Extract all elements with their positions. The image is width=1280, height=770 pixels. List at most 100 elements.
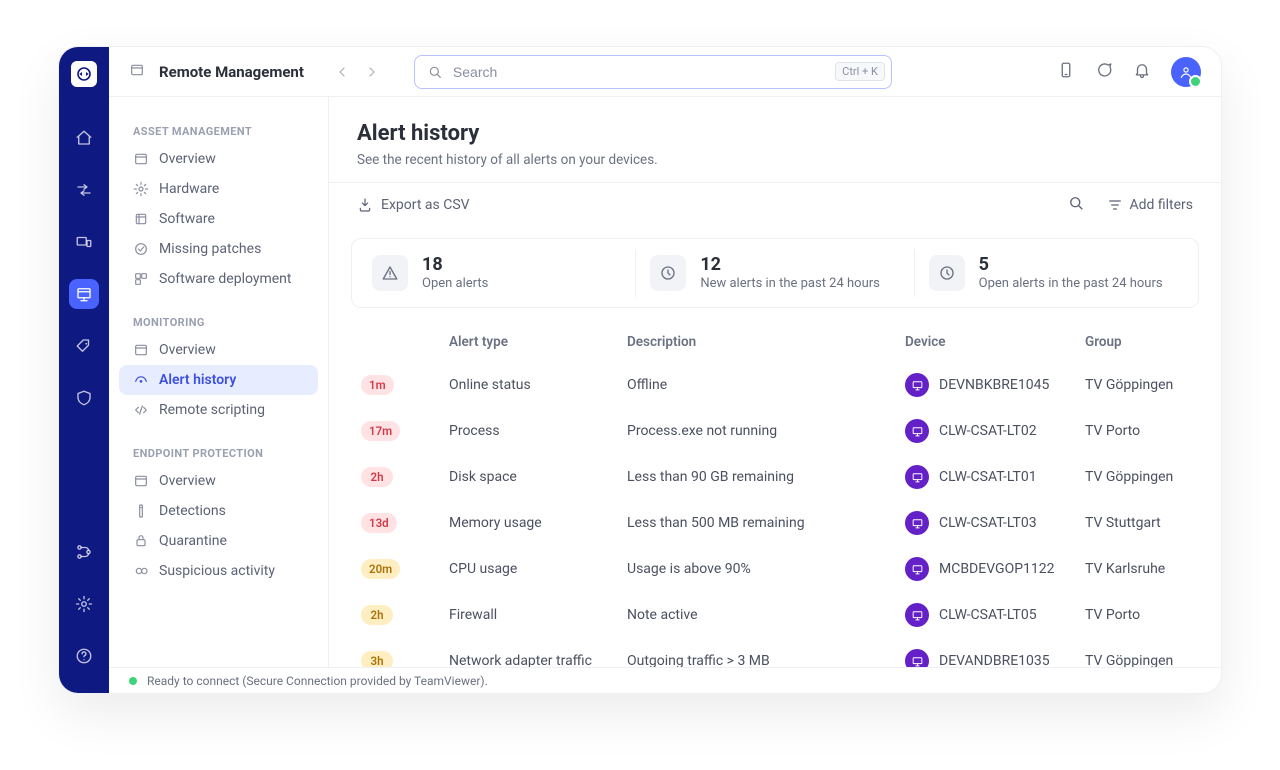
sidebar-item-label: Quarantine xyxy=(159,533,227,549)
cell-type: Disk space xyxy=(449,469,617,485)
rail-devices[interactable] xyxy=(69,227,99,257)
col-device: Device xyxy=(905,334,1075,350)
cell-type: Network adapter traffic xyxy=(449,653,617,667)
age-badge: 20m xyxy=(361,559,400,579)
device-icon xyxy=(905,557,929,581)
sidebar-item-overview[interactable]: Overview xyxy=(119,144,318,174)
table-row[interactable]: 17mProcessProcess.exe not runningCLW-CSA… xyxy=(351,408,1199,454)
nav-forward[interactable] xyxy=(358,58,386,86)
device-icon xyxy=(905,511,929,535)
sidebar-item-detections[interactable]: Detections xyxy=(119,496,318,526)
device-icon[interactable] xyxy=(1057,61,1075,83)
status-text: Ready to connect (Secure Connection prov… xyxy=(147,674,488,688)
section-title: MONITORING xyxy=(119,308,318,335)
sidebar-item-software-deployment[interactable]: Software deployment xyxy=(119,264,318,294)
add-filters-button[interactable]: Add filters xyxy=(1107,197,1193,213)
nav-back[interactable] xyxy=(328,58,356,86)
section-title: ENDPOINT PROTECTION xyxy=(119,439,318,466)
sidebar-item-label: Detections xyxy=(159,503,226,519)
cell-device: CLW-CSAT-LT02 xyxy=(905,419,1075,443)
alerts-table: Alert type Description Device Group 1mOn… xyxy=(329,322,1221,667)
stat-label: Open alerts in the past 24 hours xyxy=(979,276,1163,291)
sidebar: ASSET MANAGEMENTOverviewHardwareSoftware… xyxy=(109,97,329,667)
sidebar-item-icon xyxy=(133,503,149,519)
sidebar-item-icon xyxy=(133,181,149,197)
stat-value: 5 xyxy=(979,256,1163,274)
stat-value: 18 xyxy=(422,256,488,274)
status-dot-icon xyxy=(129,677,137,685)
sidebar-item-remote-scripting[interactable]: Remote scripting xyxy=(119,395,318,425)
sidebar-item-overview[interactable]: Overview xyxy=(119,466,318,496)
export-label: Export as CSV xyxy=(381,197,470,213)
sidebar-item-hardware[interactable]: Hardware xyxy=(119,174,318,204)
cell-desc: Note active xyxy=(627,607,895,623)
sidebar-item-label: Suspicious activity xyxy=(159,563,275,579)
sidebar-item-missing-patches[interactable]: Missing patches xyxy=(119,234,318,264)
cell-group: TV Porto xyxy=(1085,607,1189,623)
sidebar-item-label: Overview xyxy=(159,473,216,489)
rail-shield[interactable] xyxy=(69,383,99,413)
stat-card: 5 Open alerts in the past 24 hours xyxy=(915,249,1192,297)
sidebar-item-label: Hardware xyxy=(159,181,219,197)
age-badge: 13d xyxy=(361,513,397,533)
main-column: Remote Management Ctrl + K ASSET MANAGEM… xyxy=(109,47,1221,693)
sidebar-item-overview[interactable]: Overview xyxy=(119,335,318,365)
stat-icon xyxy=(929,255,965,291)
cell-group: TV Göppingen xyxy=(1085,377,1189,393)
sidebar-item-alert-history[interactable]: Alert history xyxy=(119,365,318,395)
stat-icon xyxy=(372,255,408,291)
table-row[interactable]: 2hDisk spaceLess than 90 GB remainingCLW… xyxy=(351,454,1199,500)
cell-type: Firewall xyxy=(449,607,617,623)
sidebar-item-icon xyxy=(133,151,149,167)
cell-device: DEVANDBRE1035 xyxy=(905,649,1075,667)
cell-desc: Less than 500 MB remaining xyxy=(627,515,895,531)
page-title: Alert history xyxy=(357,121,1193,146)
table-row[interactable]: 1mOnline statusOfflineDEVNBKBRE1045TV Gö… xyxy=(351,362,1199,408)
section-title: ASSET MANAGEMENT xyxy=(119,117,318,144)
nav-rail xyxy=(59,47,109,693)
cell-group: TV Porto xyxy=(1085,423,1189,439)
rail-home[interactable] xyxy=(69,123,99,153)
table-row[interactable]: 2hFirewallNote activeCLW-CSAT-LT05TV Por… xyxy=(351,592,1199,638)
cell-type: Memory usage xyxy=(449,515,617,531)
cell-device: CLW-CSAT-LT03 xyxy=(905,511,1075,535)
add-filters-label: Add filters xyxy=(1129,197,1193,213)
rail-help[interactable] xyxy=(69,641,99,671)
cell-group: TV Göppingen xyxy=(1085,653,1189,667)
stat-value: 12 xyxy=(700,256,880,274)
device-icon xyxy=(905,419,929,443)
page-context-title: Remote Management xyxy=(159,63,304,81)
brand-logo[interactable] xyxy=(71,61,97,87)
sidebar-item-icon xyxy=(133,241,149,257)
rail-tag[interactable] xyxy=(69,331,99,361)
chat-icon[interactable] xyxy=(1095,61,1113,83)
age-badge: 17m xyxy=(361,421,400,441)
top-bar: Remote Management Ctrl + K xyxy=(109,47,1221,97)
bell-icon[interactable] xyxy=(1133,61,1151,83)
table-row[interactable]: 20mCPU usageUsage is above 90%MCBDEVGOP1… xyxy=(351,546,1199,592)
table-row[interactable]: 13d Memory usage Less than 500 MB remainin… xyxy=(351,500,1199,546)
toolbar: Export as CSV Add filters xyxy=(329,182,1221,226)
sidebar-item-suspicious-activity[interactable]: Suspicious activity xyxy=(119,556,318,586)
sidebar-item-software[interactable]: Software xyxy=(119,204,318,234)
search-input[interactable] xyxy=(453,64,825,80)
export-csv-button[interactable]: Export as CSV xyxy=(357,197,470,213)
rail-transfer[interactable] xyxy=(69,175,99,205)
rail-workflow[interactable] xyxy=(69,537,99,567)
rail-management[interactable] xyxy=(69,279,99,309)
user-avatar[interactable] xyxy=(1171,57,1201,87)
device-icon xyxy=(905,603,929,627)
sidebar-item-quarantine[interactable]: Quarantine xyxy=(119,526,318,556)
global-search[interactable]: Ctrl + K xyxy=(414,55,892,89)
age-badge: 2h xyxy=(361,605,393,625)
toolbar-search[interactable] xyxy=(1067,194,1085,216)
col-alert-type: Alert type xyxy=(449,334,617,350)
sidebar-item-label: Remote scripting xyxy=(159,402,265,418)
page-header: Alert history See the recent history of … xyxy=(329,97,1221,182)
table-row[interactable]: 3hNetwork adapter trafficOutgoing traffi… xyxy=(351,638,1199,667)
status-bar: Ready to connect (Secure Connection prov… xyxy=(109,667,1221,693)
cell-device: DEVNBKBRE1045 xyxy=(905,373,1075,397)
rail-settings[interactable] xyxy=(69,589,99,619)
table-header: Alert type Description Device Group xyxy=(351,322,1199,362)
content: Alert history See the recent history of … xyxy=(329,97,1221,667)
